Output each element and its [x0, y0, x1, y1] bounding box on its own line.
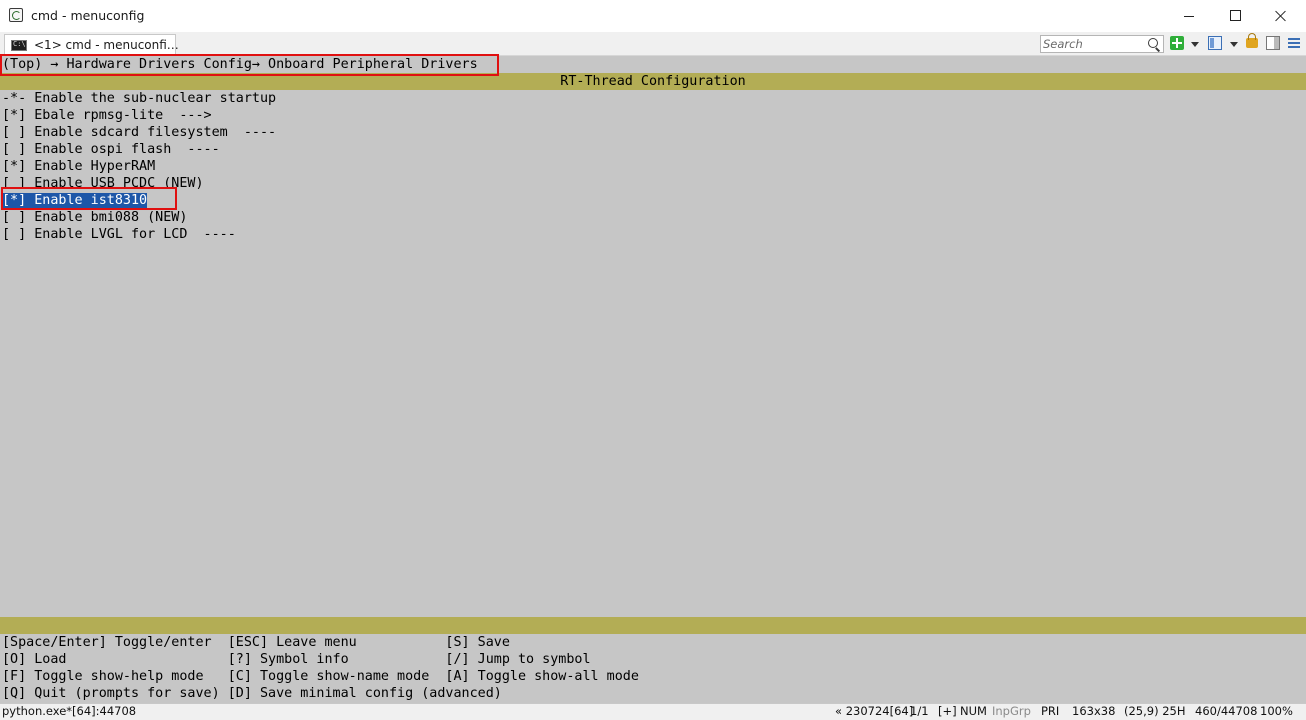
console-icon: [11, 40, 27, 51]
help-line-1: [Space/Enter] Toggle/enter [ESC] Leave m…: [2, 635, 510, 650]
help-line-3: [F] Toggle show-help mode [C] Toggle sho…: [2, 669, 639, 684]
terminal-console[interactable]: (Top) → Hardware Drivers Config→ Onboard…: [0, 54, 1306, 703]
search-input[interactable]: [1041, 36, 1147, 52]
selected-item-highlight-box: [1, 187, 177, 210]
status-zoom: 100%: [1260, 704, 1293, 718]
status-process: python.exe*[64]:44708: [2, 704, 137, 718]
window-titlebar: cmd - menuconfig: [0, 0, 1306, 32]
tab-cmd-menuconfig[interactable]: <1> cmd - menuconfi…: [4, 34, 179, 56]
new-console-plus-icon[interactable]: [1170, 36, 1184, 50]
window-title: cmd - menuconfig: [31, 8, 145, 23]
help-line-4: [Q] Quit (prompts for save) [D] Save min…: [2, 686, 502, 701]
lock-icon[interactable]: [1246, 33, 1258, 48]
status-progress: 460/44708: [1195, 704, 1258, 718]
status-inpgrp: InpGrp: [992, 704, 1031, 718]
menu-item-rpmsg-lite[interactable]: [*] Ebale rpmsg-lite --->: [2, 107, 212, 124]
status-cursor: (25,9) 25H: [1124, 704, 1186, 718]
hamburger-menu-icon[interactable]: [1288, 36, 1300, 50]
help-line-2: [O] Load [?] Symbol info [/] Jump to sym…: [2, 652, 591, 667]
menu-item-hyperram[interactable]: [*] Enable HyperRAM: [2, 158, 155, 175]
tab-label: <1> cmd - menuconfi…: [34, 38, 179, 52]
config-footer-bar: [0, 617, 1306, 634]
status-pri: PRI: [1041, 704, 1060, 718]
close-button[interactable]: [1258, 0, 1304, 32]
status-bar: python.exe*[64]:44708 « 230724[64] 1/1 […: [0, 703, 1306, 720]
chevron-down-icon[interactable]: [1191, 42, 1199, 47]
status-page: 1/1: [910, 704, 929, 718]
minimize-button[interactable]: [1166, 0, 1212, 32]
maximize-button[interactable]: [1212, 0, 1258, 32]
menu-item-bmi088[interactable]: [ ] Enable bmi088 (NEW): [2, 209, 187, 226]
breadcrumb-highlight-box: [0, 54, 499, 76]
status-plus: [+]: [938, 704, 957, 718]
tab-toolbar-row: <1> cmd - menuconfi…: [0, 32, 1306, 56]
chevron-down-icon[interactable]: [1230, 42, 1238, 47]
menu-item-sub-nuclear-startup[interactable]: -*- Enable the sub-nuclear startup: [2, 90, 276, 107]
search-icon[interactable]: [1148, 38, 1158, 48]
status-pos-info: « 230724[64]: [835, 704, 914, 718]
search-box: [1040, 35, 1164, 53]
menu-item-ospi-flash[interactable]: [ ] Enable ospi flash ----: [2, 141, 220, 158]
conemu-app-icon[interactable]: [9, 8, 23, 22]
status-num: NUM: [960, 704, 987, 718]
split-window-icon[interactable]: [1208, 36, 1222, 50]
status-size: 163x38: [1072, 704, 1116, 718]
menu-item-lvgl-lcd[interactable]: [ ] Enable LVGL for LCD ----: [2, 226, 236, 243]
menu-item-sdcard-filesystem[interactable]: [ ] Enable sdcard filesystem ----: [2, 124, 276, 141]
panel-toggle-icon[interactable]: [1266, 36, 1280, 50]
